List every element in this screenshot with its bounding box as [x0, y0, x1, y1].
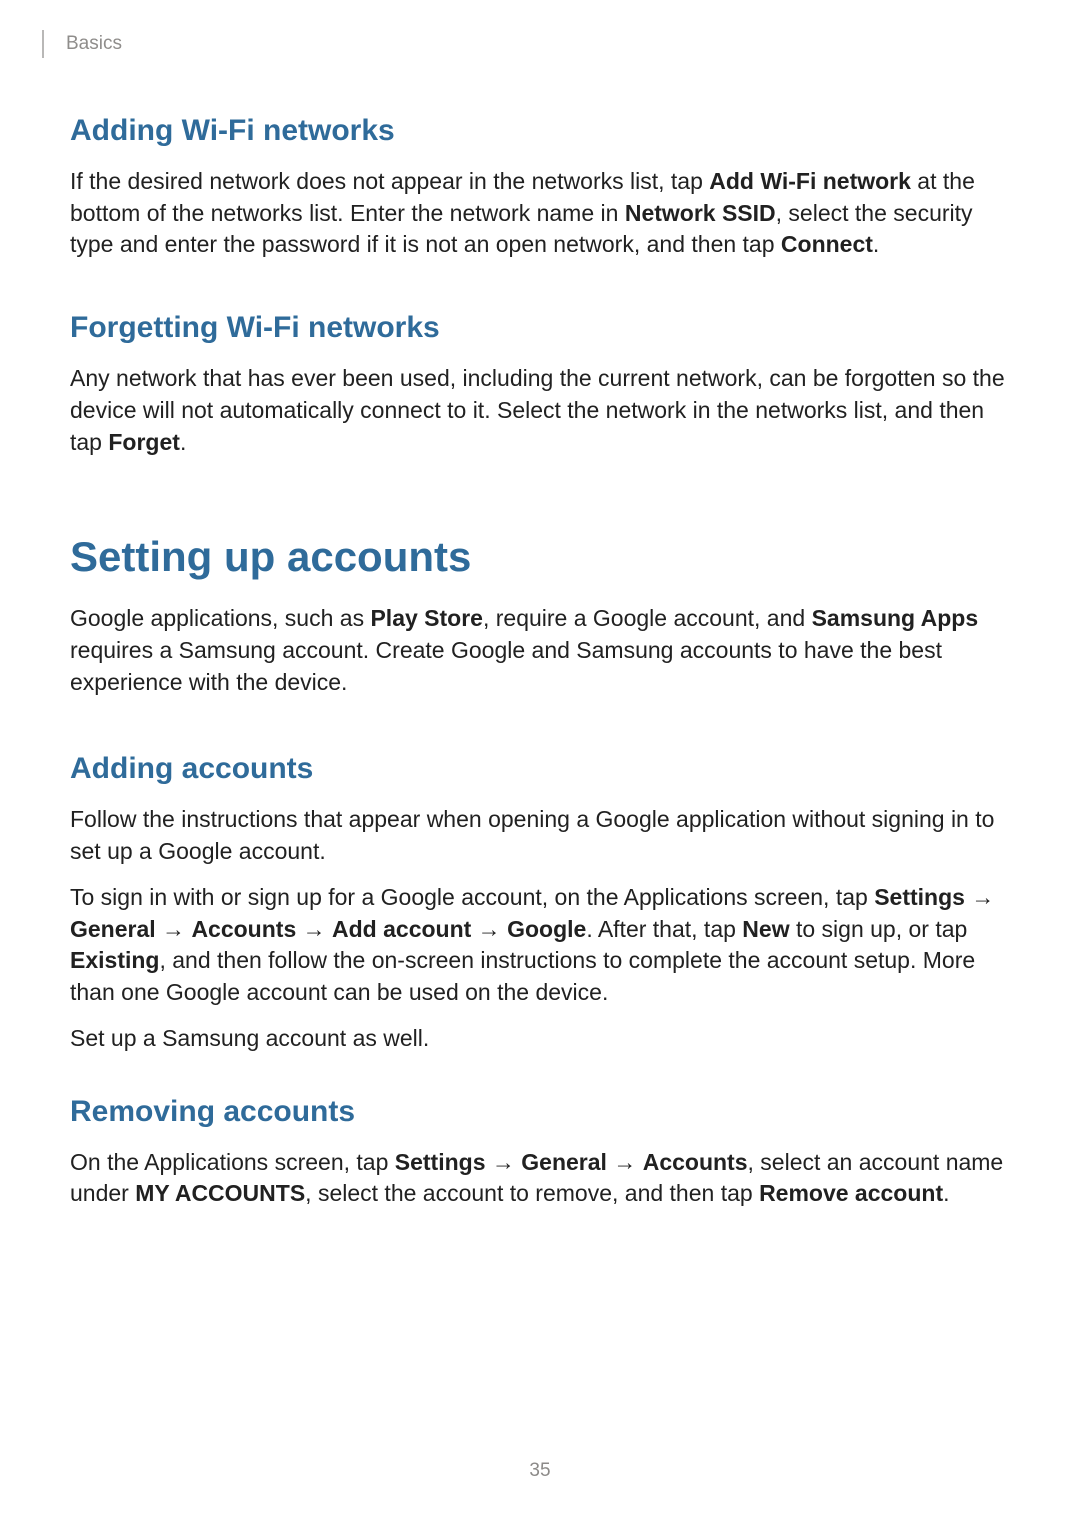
section-forgetting-wifi: Forgetting Wi-Fi networks Any network th… [70, 307, 1010, 458]
text: , select the account to remove, and then… [305, 1180, 759, 1206]
bold-text: Settings [395, 1149, 486, 1175]
paragraph: Follow the instructions that appear when… [70, 804, 1010, 867]
text: requires a Samsung account. Create Googl… [70, 637, 942, 695]
text: Google applications, such as [70, 605, 370, 631]
bold-text: General [521, 1149, 607, 1175]
paragraph: Google applications, such as Play Store,… [70, 603, 1010, 698]
arrow-icon: → [471, 916, 507, 942]
text: Any network that has ever been used, inc… [70, 365, 1005, 454]
page-number: 35 [0, 1458, 1080, 1485]
bold-text: General [70, 916, 156, 942]
bold-text: Accounts [643, 1149, 748, 1175]
header-divider [42, 30, 44, 58]
bold-text: Remove account [759, 1180, 943, 1206]
bold-text: Forget [108, 429, 180, 455]
bold-text: Connect [781, 231, 873, 257]
heading-adding-wifi: Adding Wi-Fi networks [70, 110, 1010, 152]
bold-text: Play Store [370, 605, 483, 631]
text: To sign in with or sign up for a Google … [70, 884, 874, 910]
arrow-icon: → [296, 916, 332, 942]
bold-text: MY ACCOUNTS [135, 1180, 305, 1206]
heading-setting-up-accounts: Setting up accounts [70, 528, 1010, 587]
paragraph: If the desired network does not appear i… [70, 166, 1010, 261]
heading-removing-accounts: Removing accounts [70, 1091, 1010, 1133]
page-header: Basics [42, 30, 122, 58]
section-adding-wifi: Adding Wi-Fi networks If the desired net… [70, 110, 1010, 261]
bold-text: Google [507, 916, 586, 942]
arrow-icon: → [607, 1149, 643, 1175]
arrow-icon: → [156, 916, 192, 942]
text: If the desired network does not appear i… [70, 168, 709, 194]
text: to sign up, or tap [790, 916, 968, 942]
section-removing-accounts: Removing accounts On the Applications sc… [70, 1091, 1010, 1210]
text: , and then follow the on-screen instruct… [70, 947, 975, 1005]
paragraph: On the Applications screen, tap Settings… [70, 1147, 1010, 1210]
text: . [873, 231, 879, 257]
bold-text: Network SSID [625, 200, 776, 226]
bold-text: Add account [332, 916, 471, 942]
bold-text: New [742, 916, 789, 942]
breadcrumb: Basics [66, 31, 122, 58]
bold-text: Samsung Apps [812, 605, 979, 631]
arrow-icon: → [486, 1149, 522, 1175]
paragraph: To sign in with or sign up for a Google … [70, 882, 1010, 1009]
section-setting-up-accounts: Setting up accounts Google applications,… [70, 528, 1010, 698]
paragraph: Any network that has ever been used, inc… [70, 363, 1010, 458]
text: . [180, 429, 186, 455]
bold-text: Add Wi-Fi network [709, 168, 911, 194]
heading-forgetting-wifi: Forgetting Wi-Fi networks [70, 307, 1010, 349]
text: . After that, tap [586, 916, 742, 942]
heading-adding-accounts: Adding accounts [70, 748, 1010, 790]
paragraph: Set up a Samsung account as well. [70, 1023, 1010, 1055]
text: On the Applications screen, tap [70, 1149, 395, 1175]
bold-text: Settings [874, 884, 965, 910]
page-content: Adding Wi-Fi networks If the desired net… [0, 0, 1080, 1210]
text: . [943, 1180, 949, 1206]
arrow-icon: → [965, 884, 994, 910]
bold-text: Accounts [191, 916, 296, 942]
text: , require a Google account, and [483, 605, 812, 631]
bold-text: Existing [70, 947, 159, 973]
section-adding-accounts: Adding accounts Follow the instructions … [70, 748, 1010, 1054]
